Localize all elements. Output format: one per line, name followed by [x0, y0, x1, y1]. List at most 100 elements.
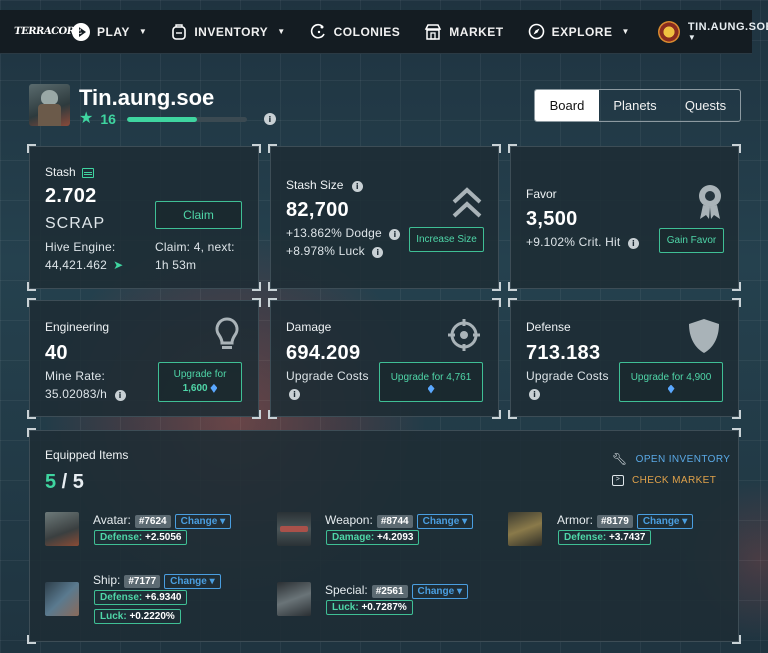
special-thumbnail[interactable] [277, 582, 311, 616]
gem-icon [210, 383, 218, 393]
engineering-card: Engineering 40 Mine Rate: 35.02083/h i U… [27, 298, 261, 419]
info-icon[interactable]: i [529, 389, 540, 400]
info-icon[interactable]: i [289, 389, 300, 400]
info-icon[interactable]: i [389, 229, 401, 240]
gain-favor-button[interactable]: Gain Favor [659, 228, 724, 253]
change-armor-button[interactable]: Change ▾ [636, 514, 694, 529]
gem-icon [427, 384, 435, 394]
change-ship-button[interactable]: Change ▾ [164, 574, 221, 589]
claim-count: Claim: 4, next: [155, 240, 235, 254]
armor-thumbnail[interactable] [508, 512, 542, 546]
info-icon[interactable]: i [351, 181, 363, 192]
item-id-badge: #2561 [371, 585, 408, 598]
damage-value: 694.209 [286, 342, 361, 364]
change-special-button[interactable]: Change ▾ [411, 584, 468, 599]
tab-board[interactable]: Board [535, 90, 599, 121]
damage-label: Damage [286, 320, 332, 334]
user-avatar [657, 20, 680, 43]
item-id-badge: #7177 [124, 575, 161, 588]
colonies-icon [310, 23, 325, 39]
change-weapon-button[interactable]: Change ▾ [416, 514, 474, 529]
weapon-thumbnail[interactable] [277, 512, 311, 546]
nav-explore[interactable]: EXPLORE ▼ [528, 23, 630, 40]
stash-size-value: 82,700 [286, 199, 349, 221]
info-icon[interactable]: i [263, 113, 276, 125]
chevrons-up-icon [452, 187, 482, 218]
item-name: Special: [325, 583, 368, 597]
dodge-row: +13.862% Dodge i [286, 226, 401, 240]
top-nav-bar: TERRACORE PLAY ▼ INVENTORY ▼ COLONIES MA… [0, 10, 768, 54]
upgrade-engineering-cost: 1,600 [182, 383, 208, 394]
send-icon[interactable]: ➤ [113, 258, 123, 272]
nav-colonies[interactable]: COLONIES [310, 23, 401, 40]
ship-stat-defense: Defense: +6.9340 [94, 590, 188, 605]
nav-play[interactable]: PLAY ▼ [72, 22, 148, 41]
claim-button[interactable]: Claim [155, 201, 242, 229]
upgrade-damage-button[interactable]: Upgrade for 4,761 [379, 362, 483, 402]
upgrade-defense-button[interactable]: Upgrade for 4,900 [619, 362, 723, 402]
star-icon: ★ [79, 110, 94, 127]
chevron-down-icon: ▼ [621, 27, 630, 36]
sheet-icon [81, 167, 94, 178]
award-icon [699, 185, 721, 219]
user-menu[interactable]: TIN.AUNG.SOE ▼ [657, 20, 768, 43]
damage-upgrade-costs-label: Upgrade Costs [286, 369, 369, 383]
xp-progress-fill [126, 116, 197, 122]
increase-size-button[interactable]: Increase Size [409, 227, 484, 252]
engineering-label: Engineering [45, 320, 110, 334]
stash-label-row: Stash [45, 165, 94, 179]
change-avatar-button[interactable]: Change ▾ [174, 514, 232, 529]
item-id-badge: #8744 [376, 515, 413, 528]
special-slot-header: Special: #2561 Change ▾ [325, 581, 468, 599]
upgrade-engineering-button[interactable]: Upgrade for 1,600 [158, 362, 242, 402]
shield-icon [689, 319, 719, 353]
upgrade-damage-label: Upgrade for 4,761 [390, 371, 472, 383]
store-icon [425, 23, 442, 40]
stash-label: Stash [45, 165, 76, 179]
nav-inventory[interactable]: INVENTORY ▼ [171, 23, 285, 40]
ship-stat-luck: Luck: +0.2220% [94, 609, 181, 624]
ship-thumbnail[interactable] [45, 582, 79, 616]
terracore-logo[interactable]: TERRACORE [13, 26, 82, 37]
upgrade-engineering-label: Upgrade for [173, 369, 227, 380]
chevron-down-icon: ▼ [687, 33, 696, 42]
tab-quests[interactable]: Quests [671, 90, 740, 121]
crit-bonus: +9.102% Crit. Hit [526, 235, 621, 249]
nav-colonies-label: COLONIES [333, 24, 401, 39]
tab-planets[interactable]: Planets [599, 90, 671, 121]
item-name: Avatar: [93, 513, 131, 527]
chevron-down-icon: ▼ [277, 27, 286, 36]
mine-rate-label: Mine Rate: [45, 369, 106, 383]
stash-size-card: Stash Size i 82,700 +13.862% Dodge i +8.… [268, 144, 501, 291]
avatar-stat: Defense: +2.5056 [94, 530, 188, 545]
hive-engine-value: 44,421.462 [45, 258, 108, 272]
weapon-stat: Damage: +4.2093 [326, 530, 420, 545]
favor-label: Favor [526, 187, 557, 201]
stash-size-label: Stash Size [286, 178, 344, 192]
stash-card: Stash 2.702 SCRAP Claim Hive Engine: 44,… [27, 144, 261, 291]
nav-play-label: PLAY [97, 24, 130, 39]
equipped-total: 5 [72, 471, 84, 493]
wrench-icon: 🔧︎ [612, 452, 628, 466]
info-icon[interactable]: i [372, 247, 384, 258]
equipped-items-title: Equipped Items [45, 448, 129, 462]
avatar-thumbnail[interactable] [45, 512, 79, 546]
nav-market-label: MARKET [449, 24, 504, 39]
info-icon[interactable]: i [114, 390, 126, 401]
nav-market[interactable]: MARKET [424, 23, 504, 40]
upgrade-engineering-cost-row: 1,600 [183, 382, 218, 396]
defense-label: Defense [526, 320, 571, 334]
upgrade-defense-label: Upgrade for 4,900 [630, 371, 712, 383]
stash-size-label-row: Stash Size i [286, 178, 363, 192]
level-row: ★ 16 i [79, 111, 276, 127]
defense-upgrade-costs-label: Upgrade Costs [526, 369, 609, 383]
open-inventory-link[interactable]: 🔧︎ OPEN INVENTORY [612, 452, 730, 466]
crosshair-icon [448, 319, 480, 351]
info-icon[interactable]: i [627, 238, 639, 249]
terminal-icon: > [612, 475, 624, 486]
stash-unit: SCRAP [45, 215, 106, 232]
crit-row: +9.102% Crit. Hit i [526, 235, 639, 249]
chevron-down-icon: ▼ [138, 27, 148, 36]
check-market-link[interactable]: > CHECK MARKET [612, 475, 716, 486]
equipped-count: 5 / 5 [45, 471, 84, 494]
